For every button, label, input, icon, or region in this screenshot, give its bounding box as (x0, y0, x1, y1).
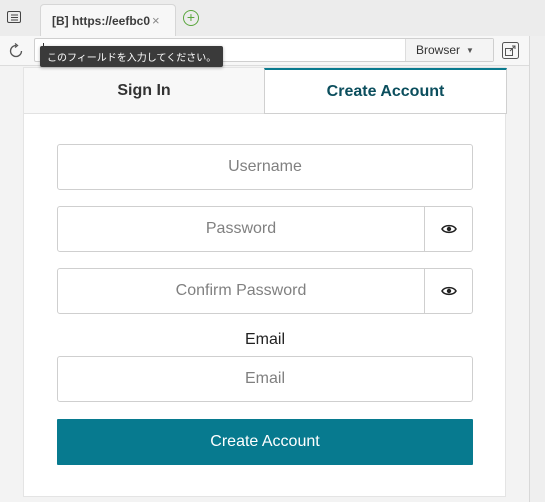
username-placeholder: Username (228, 158, 302, 175)
password-input[interactable]: Password (57, 206, 473, 252)
username-input[interactable]: Username (57, 144, 473, 190)
page-content: Sign In Create Account Username Password… (0, 66, 529, 502)
side-panel-label (532, 96, 544, 156)
confirm-password-input[interactable]: Confirm Password (57, 268, 473, 314)
browser-tab[interactable]: [B] https://eefbc0 × (40, 4, 176, 36)
side-panel (529, 36, 545, 502)
eye-icon (440, 224, 457, 234)
new-tab-icon[interactable]: + (183, 10, 199, 26)
chevron-down-icon: ▼ (466, 45, 474, 55)
side-panel-label (532, 161, 544, 221)
reload-icon[interactable] (6, 41, 26, 61)
show-password-button[interactable] (424, 207, 472, 251)
popout-icon[interactable] (502, 42, 519, 59)
browser-select[interactable]: Browser ▼ (405, 39, 493, 61)
auth-card: Sign In Create Account Username Password… (23, 67, 507, 497)
auth-tabs: Sign In Create Account (24, 68, 507, 114)
create-account-button[interactable]: Create Account (57, 419, 473, 465)
email-input[interactable]: Email (57, 356, 473, 402)
email-label: Email (244, 331, 285, 348)
close-icon[interactable]: × (152, 14, 160, 27)
browser-select-label: Browser (416, 43, 461, 57)
eye-icon (440, 286, 457, 296)
tab-create-account[interactable]: Create Account (264, 68, 507, 114)
confirm-password-placeholder: Confirm Password (175, 282, 307, 299)
validation-tooltip: このフィールドを入力してください。 (40, 46, 224, 67)
email-placeholder: Email (244, 370, 285, 387)
tab-title: [B] https://eefbc0 (52, 13, 150, 28)
tab-list-icon[interactable] (6, 9, 22, 25)
password-placeholder: Password (205, 220, 277, 237)
tab-strip: [B] https://eefbc0 × + (0, 0, 545, 36)
show-confirm-password-button[interactable] (424, 269, 472, 313)
tab-sign-in[interactable]: Sign In (24, 68, 264, 114)
